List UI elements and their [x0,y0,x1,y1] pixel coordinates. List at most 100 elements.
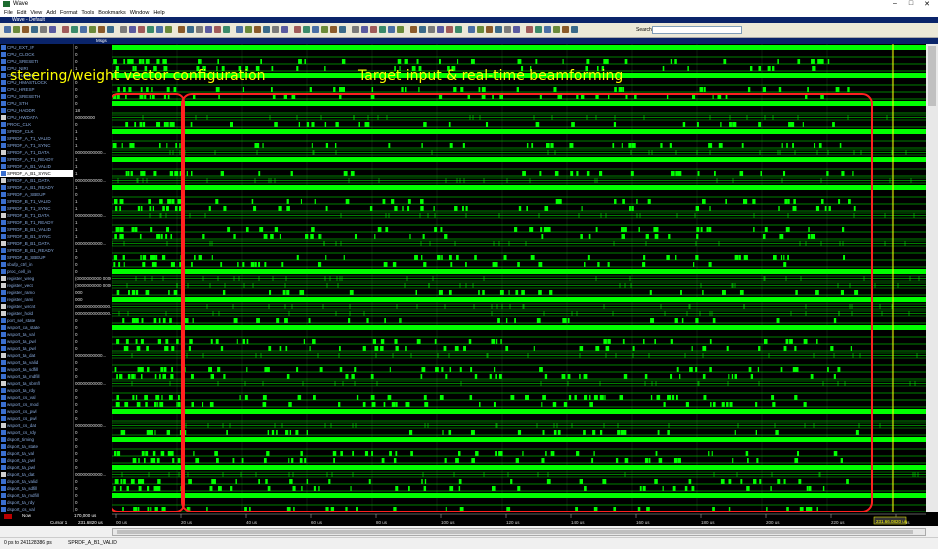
toolbar-button-1[interactable] [13,26,20,33]
signal-name[interactable]: CPU_CLOCK [0,51,73,58]
signal-name[interactable]: wsport_ta_rdy [0,387,73,394]
toolbar-button-42[interactable] [410,26,417,33]
bus-expand-icon[interactable] [1,213,6,218]
toolbar-button-44[interactable] [428,26,435,33]
signal-name[interactable]: wsport_cs_val [0,394,73,401]
signal-name[interactable]: SPRDF_B_T1_READY [0,219,73,226]
signal-name[interactable]: SPRDF_B_SBEUP [0,254,73,261]
toolbar-button-50[interactable] [486,26,493,33]
toolbar-button-37[interactable] [361,26,368,33]
toolbar-button-52[interactable] [504,26,511,33]
signal-name[interactable]: wsport_ta_sbmfl [0,380,73,387]
toolbar-button-20[interactable] [196,26,203,33]
bus-expand-icon[interactable] [1,150,6,155]
signal-name[interactable]: wsport_ta_mdfill [0,373,73,380]
toolbar-button-26[interactable] [254,26,261,33]
toolbar-button-5[interactable] [49,26,56,33]
signal-name[interactable]: SPRDF_B_T1_VALID [0,198,73,205]
signal-name[interactable]: SPRDF_B_T1_DATA [0,212,73,219]
toolbar-button-0[interactable] [4,26,11,33]
toolbar-button-4[interactable] [40,26,47,33]
toolbar-button-18[interactable] [178,26,185,33]
toolbar-button-53[interactable] [513,26,520,33]
signal-name[interactable]: wsport_ca_state [0,324,73,331]
bus-expand-icon[interactable] [1,241,6,246]
toolbar-button-57[interactable] [553,26,560,33]
bus-expand-icon[interactable] [1,353,6,358]
signal-name[interactable]: register_wrcnt [0,303,73,310]
signal-names-panel[interactable]: CPU_EXT_IF CPU_CLOCK CPU_SRESETI CPU_NIRI CP… [0,44,73,512]
toolbar-button-2[interactable] [22,26,29,33]
horizontal-scrollbar[interactable] [112,528,926,536]
maximize-button[interactable]: □ [904,0,918,7]
cursor-lock-icon[interactable] [4,514,12,519]
toolbar-button-35[interactable] [339,26,346,33]
signal-name[interactable]: SPRDF_A_B1_READY [0,184,73,191]
toolbar-button-29[interactable] [281,26,288,33]
toolbar-button-8[interactable] [80,26,87,33]
toolbar-button-16[interactable] [156,26,163,33]
signal-name[interactable]: wsport_ta_pwl [0,338,73,345]
toolbar-button-43[interactable] [419,26,426,33]
signal-name[interactable]: wsport_cs_rdy [0,429,73,436]
vertical-scroll-thumb[interactable] [928,46,936,106]
toolbar-button-30[interactable] [294,26,301,33]
toolbar-button-22[interactable] [214,26,221,33]
toolbar-button-45[interactable] [437,26,444,33]
signal-name[interactable]: CPU_STH [0,100,73,107]
toolbar-button-11[interactable] [107,26,114,33]
menu-tools[interactable]: Tools [81,10,94,16]
signal-name[interactable]: SPRDF_A_B1_DATA [0,177,73,184]
signal-name[interactable]: SPRDF_A_T1_SYNC [0,142,73,149]
signal-name[interactable]: SPRDF_B_B1_SYNC [0,233,73,240]
bus-expand-icon[interactable] [1,423,6,428]
signal-name[interactable]: dsport_ta_dat [0,471,73,478]
menu-bookmarks[interactable]: Bookmarks [98,10,126,16]
signal-name[interactable]: dsport_ta_valid [0,478,73,485]
toolbar-button-33[interactable] [321,26,328,33]
toolbar-button-48[interactable] [468,26,475,33]
signal-name[interactable]: wsport_cs_pwl [0,408,73,415]
time-ruler[interactable]: 00 us 20 us 40 us 60 us 80 us 100 us 120 us 140… [112,512,926,526]
toolbar-button-39[interactable] [379,26,386,33]
signal-name[interactable]: CPU_HRESP [0,86,73,93]
signal-name[interactable]: register_wreg [0,275,73,282]
signal-name[interactable]: wsport_ta_val [0,331,73,338]
signal-name[interactable]: dsport_ta_val [0,450,73,457]
signal-name[interactable]: CPU_SRESETI [0,58,73,65]
signal-name[interactable]: SPRDF_A_B1_VALID [0,163,73,170]
menu-file[interactable]: File [4,10,13,16]
signal-name[interactable]: wsport_ta_dat [0,352,73,359]
signal-name[interactable]: PROC_CLK [0,121,73,128]
cursor-label[interactable]: Cursor 1 [50,520,67,525]
toolbar-button-21[interactable] [205,26,212,33]
signal-name[interactable]: register_ramo [0,289,73,296]
toolbar-button-7[interactable] [71,26,78,33]
signal-name[interactable]: SPRDF_B_T1_SYNC [0,205,73,212]
toolbar-button-19[interactable] [187,26,194,33]
menu-edit[interactable]: Edit [17,10,26,16]
toolbar-button-28[interactable] [272,26,279,33]
vertical-scrollbar[interactable] [926,44,938,524]
menu-view[interactable]: View [30,10,42,16]
signal-values-panel[interactable]: 0 0 0 1 0 0 0 0 18 00000000 0 1 1 1 00000000000... 1 1 1 0… [73,44,112,512]
toolbar-button-6[interactable] [62,26,69,33]
toolbar-button-47[interactable] [455,26,462,33]
signal-name[interactable]: wsport_ta_sdfill [0,366,73,373]
toolbar-button-40[interactable] [388,26,395,33]
signal-name[interactable]: SPRDF_A_T1_READY [0,156,73,163]
toolbar-button-49[interactable] [477,26,484,33]
signal-name[interactable]: SPRDF_A_B1_SYNC [0,170,73,177]
menu-help[interactable]: Help [153,10,164,16]
signal-name[interactable]: SPRDF_A_SBEUP [0,191,73,198]
toolbar-button-17[interactable] [165,26,172,33]
signal-name[interactable]: dsport_ta_state [0,443,73,450]
signal-name[interactable]: SPRDF_B_B1_DATA [0,240,73,247]
toolbar-button-9[interactable] [89,26,96,33]
signal-name[interactable]: SPRDF_A_T1_DATA [0,149,73,156]
toolbar-button-51[interactable] [495,26,502,33]
bus-expand-icon[interactable] [1,283,6,288]
search-input[interactable] [652,26,742,34]
minimize-button[interactable]: – [888,0,902,7]
horizontal-scroll-thumb[interactable] [117,530,913,534]
